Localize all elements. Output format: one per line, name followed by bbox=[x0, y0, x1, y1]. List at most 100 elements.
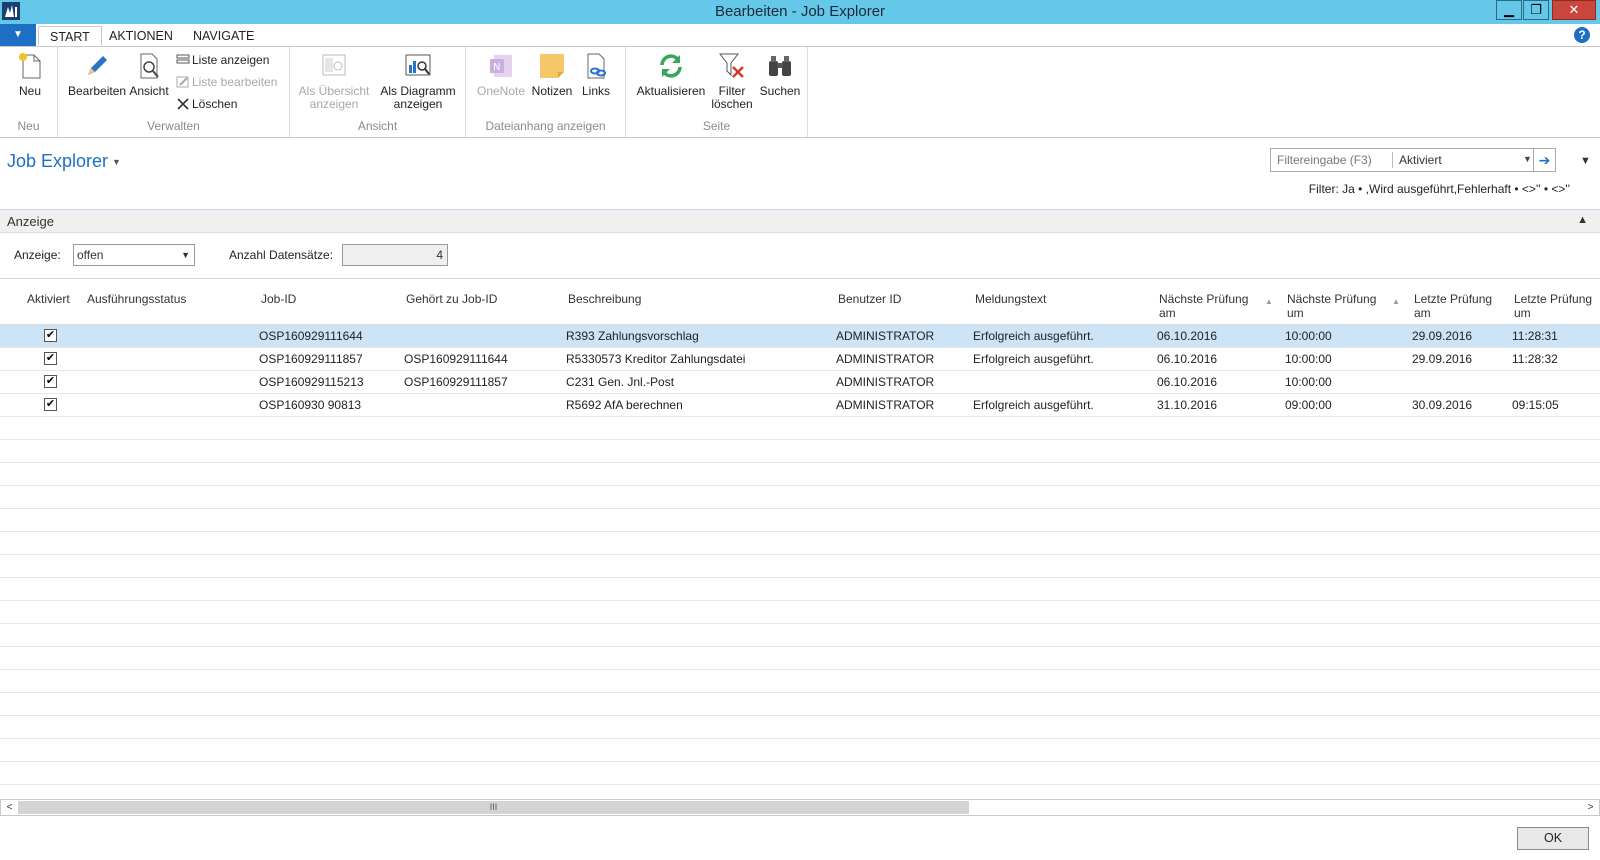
app-menu-button[interactable]: ▼ bbox=[0, 24, 36, 46]
chart-icon bbox=[405, 54, 431, 76]
liste-bearbeiten-button[interactable]: Liste bearbeiten bbox=[176, 74, 277, 90]
als-diagramm-button[interactable]: Als Diagramm anzeigen bbox=[378, 51, 458, 111]
cell-msg: Erfolgreich ausgeführt. bbox=[973, 398, 1094, 412]
group-label-verwalten: Verwalten bbox=[147, 119, 200, 133]
window-title: Bearbeiten - Job Explorer bbox=[714, 3, 886, 20]
filter-separator bbox=[1392, 152, 1393, 168]
col-desc[interactable]: Beschreibung bbox=[568, 292, 641, 306]
suchen-button[interactable]: Suchen bbox=[758, 51, 802, 98]
aktiviert-checkbox[interactable]: ✔ bbox=[44, 398, 57, 411]
cell-jobid: OSP160929111857 bbox=[259, 352, 363, 366]
cell-jobid: OSP160930 90813 bbox=[259, 398, 362, 412]
empty-row bbox=[0, 693, 1600, 716]
scroll-left-arrow-icon[interactable]: < bbox=[1, 800, 18, 815]
ansicht-button[interactable]: Ansicht bbox=[128, 51, 170, 98]
cell-msg: Erfolgreich ausgeführt. bbox=[973, 352, 1094, 366]
links-label: Links bbox=[581, 84, 610, 98]
notizen-button[interactable]: Notizen bbox=[530, 51, 574, 98]
filter-field-caret-icon[interactable]: ▼ bbox=[1523, 154, 1532, 164]
col-status[interactable]: Ausführungsstatus bbox=[87, 292, 186, 306]
collapse-chevron-icon[interactable]: ▲ bbox=[1577, 214, 1588, 226]
table-row[interactable]: ✔ OSP160930 90813 R5692 AfA berechnen AD… bbox=[0, 394, 1600, 417]
help-icon[interactable]: ? bbox=[1574, 27, 1590, 43]
col-parent[interactable]: Gehört zu Job-ID bbox=[406, 292, 497, 306]
aktiviert-checkbox[interactable]: ✔ bbox=[44, 352, 57, 365]
tab-aktionen[interactable]: AKTIONEN bbox=[98, 26, 184, 46]
horizontal-scrollbar[interactable]: < III > bbox=[0, 799, 1600, 816]
diagramm-label-2: anzeigen bbox=[393, 97, 443, 111]
liste-anzeigen-button[interactable]: Liste anzeigen bbox=[176, 52, 269, 68]
cell-last-date: 29.09.2016 bbox=[1412, 329, 1473, 343]
notes-icon bbox=[540, 54, 564, 78]
neu-button[interactable]: Neu bbox=[10, 51, 50, 98]
empty-row bbox=[0, 440, 1600, 463]
chevron-down-icon: ▼ bbox=[181, 250, 190, 260]
col-user[interactable]: Benutzer ID bbox=[838, 292, 901, 306]
cell-last-time: 11:28:32 bbox=[1512, 352, 1558, 366]
table-row[interactable]: ✔ OSP160929115213 OSP160929111857 C231 G… bbox=[0, 371, 1600, 394]
col-next-time[interactable]: Nächste Prüfung um bbox=[1287, 292, 1376, 320]
notizen-label: Notizen bbox=[531, 84, 573, 98]
view-document-icon bbox=[140, 53, 159, 79]
filter-field-select[interactable]: Aktiviert bbox=[1399, 153, 1442, 167]
col-last-date[interactable]: Letzte Prüfung am bbox=[1414, 292, 1492, 320]
ok-button[interactable]: OK bbox=[1517, 827, 1589, 850]
scroll-thumb[interactable]: III bbox=[18, 801, 969, 814]
scroll-right-arrow-icon[interactable]: > bbox=[1582, 800, 1599, 815]
cell-user: ADMINISTRATOR bbox=[836, 329, 935, 343]
restore-button[interactable]: ❐ bbox=[1523, 0, 1549, 20]
anzeige-select[interactable]: offen ▼ bbox=[73, 244, 195, 266]
filter-go-arrow-icon[interactable]: ➔ bbox=[1533, 149, 1555, 171]
col-last-time[interactable]: Letzte Prüfung um bbox=[1514, 292, 1592, 320]
aktiviert-checkbox[interactable]: ✔ bbox=[44, 375, 57, 388]
table-row[interactable]: ✔ OSP160929111857 OSP160929111644 R53305… bbox=[0, 348, 1600, 371]
group-label-dateianhang: Dateianhang anzeigen bbox=[485, 119, 606, 133]
onenote-icon: N bbox=[490, 55, 512, 77]
minimize-button[interactable]: ▁ bbox=[1496, 0, 1522, 20]
ribbon: Neu Neu Bearbeiten Ansicht Liste anzeige… bbox=[0, 46, 1600, 138]
cell-last-time: 11:28:31 bbox=[1512, 329, 1558, 343]
cell-next-date: 06.10.2016 bbox=[1157, 329, 1218, 343]
col-next-date[interactable]: Nächste Prüfung am bbox=[1159, 292, 1248, 320]
anzeige-fasttab: Anzeige ▲ bbox=[0, 209, 1600, 279]
cell-user: ADMINISTRATOR bbox=[836, 375, 935, 389]
row-selector[interactable] bbox=[0, 325, 21, 347]
cell-parent: OSP160929111644 bbox=[404, 352, 508, 366]
empty-row bbox=[0, 509, 1600, 532]
close-button[interactable]: ✕ bbox=[1552, 0, 1596, 20]
expand-filter-chevron-icon[interactable]: ▼ bbox=[1580, 155, 1591, 167]
table-row[interactable]: ✔ OSP160929111644 R393 Zahlungsvorschlag… bbox=[0, 325, 1600, 348]
title-bar: Bearbeiten - Job Explorer ▁ ❐ ✕ bbox=[0, 0, 1600, 24]
group-label-seite: Seite bbox=[702, 119, 731, 133]
bearbeiten-button[interactable]: Bearbeiten bbox=[68, 51, 126, 98]
neu-label: Neu bbox=[18, 84, 41, 98]
loeschen-button[interactable]: Löschen bbox=[176, 96, 237, 112]
aktiviert-checkbox[interactable]: ✔ bbox=[44, 329, 57, 342]
filter-loeschen-button[interactable]: Filter löschen bbox=[710, 51, 754, 111]
onenote-button[interactable]: N OneNote bbox=[476, 51, 526, 98]
edit-list-icon bbox=[176, 76, 189, 88]
empty-row bbox=[0, 670, 1600, 693]
cell-last-date: 30.09.2016 bbox=[1412, 398, 1473, 412]
uebersicht-label-2: anzeigen bbox=[309, 97, 359, 111]
page-title-caret-icon[interactable]: ▼ bbox=[112, 157, 121, 167]
empty-row bbox=[0, 762, 1600, 785]
col-aktiviert[interactable]: Aktiviert bbox=[27, 292, 70, 306]
col-jobid[interactable]: Job-ID bbox=[261, 292, 296, 306]
cell-last-date: 29.09.2016 bbox=[1412, 352, 1473, 366]
onenote-label: OneNote bbox=[476, 84, 526, 98]
delete-icon bbox=[177, 98, 189, 110]
cell-jobid: OSP160929115213 bbox=[259, 375, 364, 389]
group-dateianhang: N OneNote Notizen Links Dateianhang anze… bbox=[466, 47, 626, 137]
aktualisieren-button[interactable]: Aktualisieren bbox=[636, 51, 706, 98]
empty-row bbox=[0, 624, 1600, 647]
sort-ascending-icon: ▲ bbox=[1392, 297, 1400, 306]
als-uebersicht-button[interactable]: Als Übersicht anzeigen bbox=[296, 51, 372, 111]
links-button[interactable]: Links bbox=[578, 51, 614, 98]
page-title[interactable]: Job Explorer bbox=[7, 151, 108, 172]
tab-start[interactable]: START bbox=[38, 26, 102, 46]
filter-input[interactable]: Filtereingabe (F3) bbox=[1277, 153, 1372, 167]
tab-navigate[interactable]: NAVIGATE bbox=[182, 26, 265, 46]
anzeige-header[interactable]: Anzeige ▲ bbox=[0, 210, 1600, 233]
col-msg[interactable]: Meldungstext bbox=[975, 292, 1046, 306]
